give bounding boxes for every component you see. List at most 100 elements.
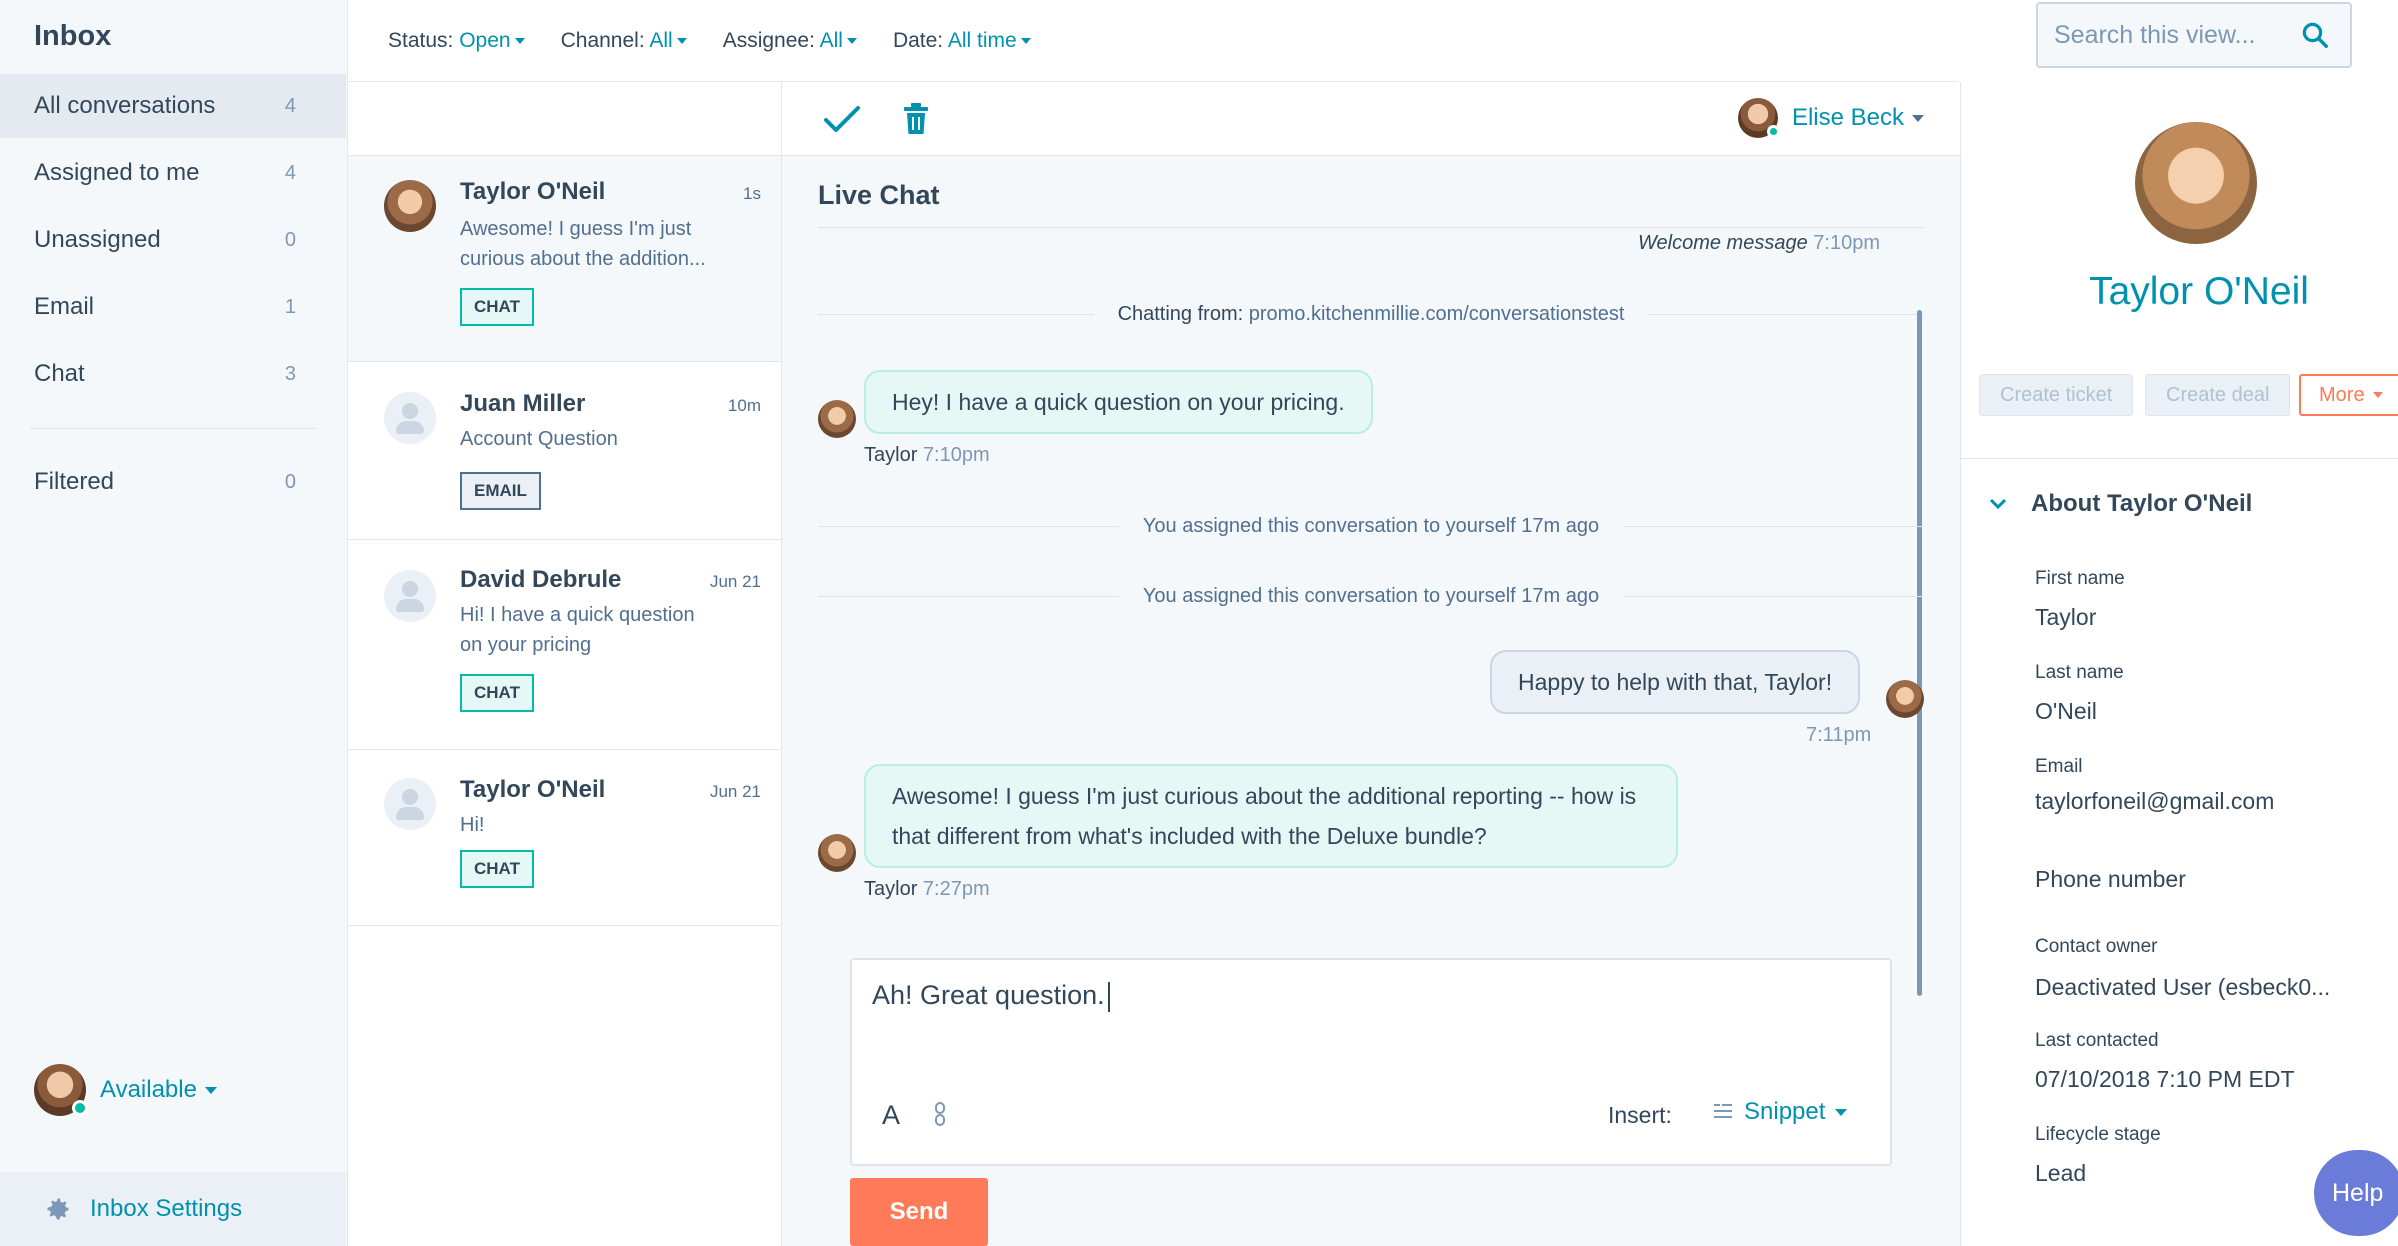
chevron-down-icon [1912, 115, 1924, 123]
create-ticket-button[interactable]: Create ticket [1979, 374, 2134, 416]
inbox-title: Inbox [34, 20, 112, 52]
availability-toggle[interactable]: Available [34, 1064, 217, 1116]
conversation-name: Juan Miller [460, 390, 586, 417]
conversation-time: Jun 21 [709, 782, 761, 801]
reply-input[interactable]: Ah! Great question. [872, 980, 1110, 1012]
conversation-preview: Awesome! I guess I'm just curious about … [460, 218, 706, 270]
chevron-down-icon [1989, 498, 2007, 510]
status-filter[interactable]: Status: Open [388, 29, 525, 53]
about-section-title: About Taylor O'Neil [2031, 490, 2253, 517]
property-label: First name [2035, 568, 2125, 589]
conversation-item[interactable]: Juan Miller 10m Account Question EMAIL [348, 362, 781, 540]
message-meta: 7:11pm [1806, 724, 1872, 746]
property-value[interactable]: 07/10/2018 7:10 PM EDT [2035, 1066, 2295, 1093]
message-bubble: Happy to help with that, Taylor! [1490, 650, 1861, 714]
inbox-settings-button[interactable]: Inbox Settings [0, 1172, 346, 1246]
sidebar-item-label: Email [34, 293, 95, 320]
contact-name[interactable]: Taylor O'Neil [1961, 270, 2398, 314]
avatar [818, 400, 856, 438]
avatar [384, 778, 436, 830]
chat-scrollbar[interactable] [1917, 310, 1922, 996]
reply-composer: Ah! Great question. A Insert: Snippet [850, 958, 1892, 1166]
snippet-icon [1714, 1104, 1732, 1118]
snippet-dropdown[interactable]: Snippet [1712, 1098, 1848, 1126]
conversation-time: 1s [743, 184, 761, 203]
chat-toolbar: Elise Beck [782, 82, 1960, 156]
welcome-message-meta: Welcome message 7:10pm [1638, 232, 1880, 254]
create-deal-button[interactable]: Create deal [2145, 374, 2291, 416]
divider [818, 227, 1924, 228]
conversation-list-header [348, 82, 782, 156]
insert-label: Insert: [1608, 1102, 1672, 1128]
channel-filter[interactable]: Channel: All [561, 29, 687, 53]
avatar [1886, 680, 1924, 718]
conversation-name: Taylor O'Neil [460, 178, 606, 205]
availability-label: Available [100, 1076, 217, 1104]
property-value[interactable]: Lead [2035, 1160, 2086, 1187]
sidebar-item-chat[interactable]: Chat 3 [0, 342, 346, 406]
property-label: Contact owner [2035, 936, 2158, 957]
conversation-item[interactable]: Taylor O'Neil 1s Awesome! I guess I'm ju… [348, 156, 781, 362]
avatar [1737, 98, 1780, 138]
search-icon[interactable] [2300, 20, 2330, 50]
date-filter[interactable]: Date: All time [893, 29, 1031, 53]
conversation-preview: Account Question [460, 428, 618, 450]
assignee-name: Elise Beck [1792, 104, 1924, 132]
online-status-dot [72, 1100, 88, 1116]
chevron-down-icon [204, 1087, 217, 1095]
chevron-down-icon [846, 37, 857, 44]
property-label[interactable]: Phone number [2035, 866, 2186, 893]
contact-avatar [2135, 122, 2257, 244]
avatar [384, 570, 436, 622]
about-section-toggle[interactable]: About Taylor O'Neil [1989, 490, 2252, 518]
send-button[interactable]: Send [850, 1178, 988, 1246]
filter-bar: Status: Open Channel: All Assignee: All … [348, 0, 1958, 82]
property-value[interactable]: Deactivated User (esbeck0... [2035, 974, 2330, 1001]
search-input[interactable] [2054, 20, 2294, 50]
conversation-item[interactable]: Taylor O'Neil Jun 21 Hi! CHAT [348, 750, 781, 926]
property-value[interactable]: Taylor [2035, 604, 2096, 631]
sidebar-item-assigned-to-me[interactable]: Assigned to me 4 [0, 141, 346, 205]
sidebar-item-count: 4 [284, 161, 296, 184]
message-bubble: Hey! I have a quick question on your pri… [864, 370, 1373, 434]
assignee-dropdown[interactable]: Elise Beck [1737, 98, 1924, 138]
conversation-preview: Hi! [460, 814, 485, 836]
sidebar-divider [30, 428, 316, 429]
chevron-down-icon [2372, 392, 2383, 398]
more-button[interactable]: More [2299, 374, 2398, 416]
property-value[interactable]: O'Neil [2035, 698, 2097, 725]
conversation-time: Jun 21 [709, 572, 761, 591]
sidebar-item-email[interactable]: Email 1 [0, 275, 346, 339]
sidebar-item-count: 3 [284, 362, 296, 385]
channel-tag: CHAT [460, 674, 534, 712]
property-label: Email [2035, 756, 2083, 777]
check-icon[interactable] [822, 104, 862, 136]
text-format-icon[interactable]: A [882, 1100, 900, 1131]
sidebar-item-count: 4 [284, 94, 296, 117]
contact-panel: Taylor O'Neil Create ticket Create deal … [1960, 82, 2398, 1246]
chevron-down-icon [1835, 1108, 1848, 1116]
chatting-from-line: Chatting from: promo.kitchenmillie.com/c… [818, 300, 1924, 328]
property-label: Last name [2035, 662, 2124, 683]
sidebar-item-all-conversations[interactable]: All conversations 4 [0, 74, 346, 138]
sidebar-item-count: 0 [284, 470, 296, 493]
conversation-name: Taylor O'Neil [460, 776, 606, 803]
help-button[interactable]: Help [2314, 1150, 2398, 1236]
attachment-icon[interactable] [932, 1100, 948, 1128]
search-box [2036, 2, 2352, 68]
assignee-filter[interactable]: Assignee: All [723, 29, 857, 53]
inbox-settings-label: Inbox Settings [90, 1195, 243, 1222]
message-bubble: Awesome! I guess I'm just curious about … [864, 764, 1678, 868]
property-value[interactable]: taylorfoneil@gmail.com [2035, 788, 2274, 815]
chevron-down-icon [1020, 37, 1031, 44]
sidebar-item-filtered[interactable]: Filtered 0 [0, 450, 346, 514]
gear-icon [47, 1198, 69, 1220]
chevron-down-icon [676, 37, 687, 44]
conversation-item[interactable]: David Debrule Jun 21 Hi! I have a quick … [348, 540, 781, 750]
trash-icon[interactable] [902, 102, 930, 136]
property-label: Last contacted [2035, 1030, 2159, 1051]
sidebar-item-label: Unassigned [34, 226, 161, 253]
sidebar-item-unassigned[interactable]: Unassigned 0 [0, 208, 346, 272]
sidebar-item-label: Assigned to me [34, 159, 200, 186]
avatar [384, 392, 436, 444]
